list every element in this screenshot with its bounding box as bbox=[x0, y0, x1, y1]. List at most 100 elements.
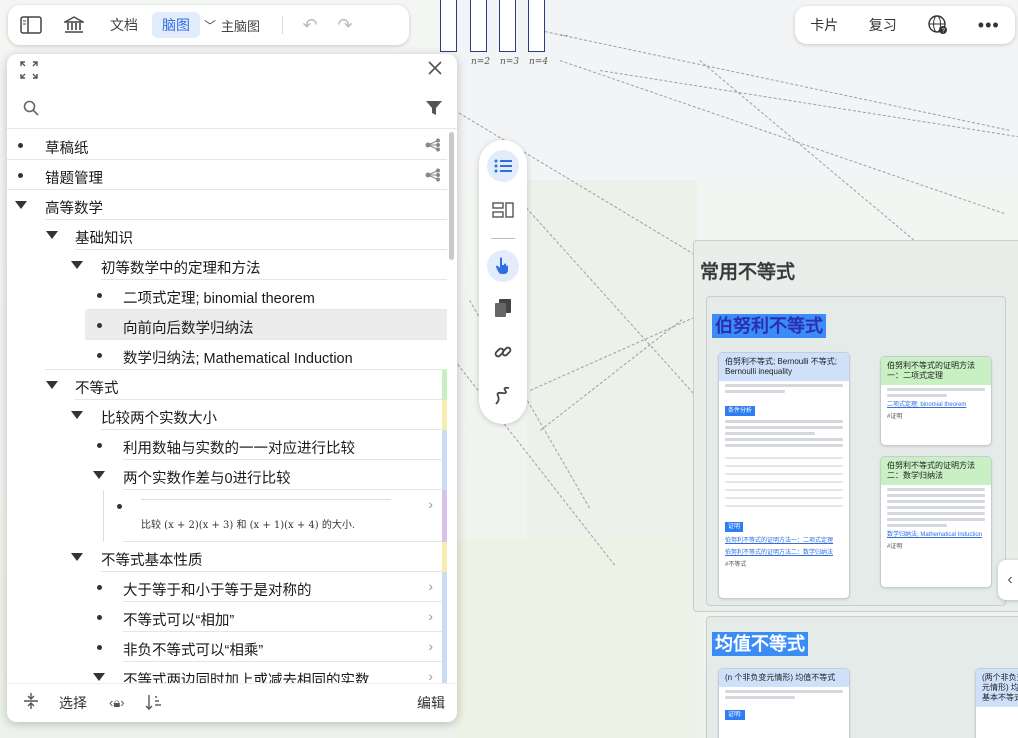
list-item[interactable]: 不等式可以“相加” › bbox=[7, 602, 447, 632]
chevron-right-icon: › bbox=[428, 638, 433, 654]
row-label: 非负不等式可以“相乘” bbox=[123, 643, 264, 659]
row-label: 草稿纸 bbox=[45, 141, 89, 157]
mindmap-link-icon[interactable] bbox=[425, 168, 441, 186]
list-item-math[interactable]: 比较 (x + 2)(x + 3) 和 (x + 1)(x + 4) 的大小. … bbox=[7, 490, 447, 542]
link-button[interactable] bbox=[487, 336, 519, 368]
card-proof-induction[interactable]: 伯努利不等式的证明方法二：数学归纳法 数学归纳法; Mathematical I… bbox=[880, 456, 992, 588]
select-button[interactable]: 选择 bbox=[59, 693, 87, 713]
lock-icon: 🔒︎ bbox=[113, 695, 121, 710]
outline-panel: 草稿纸 错题管理 高等数学 基础知识 初等数学中的定理和方法 二项式定理; bi… bbox=[7, 54, 457, 722]
list-item[interactable]: 草稿纸 bbox=[7, 130, 447, 160]
row-label: 二项式定理; binomial theorem bbox=[123, 291, 315, 307]
diagram-box bbox=[470, 0, 487, 52]
list-item[interactable]: 比较两个实数大小 bbox=[7, 400, 447, 430]
row-label: 两个实数作差与0进行比较 bbox=[123, 471, 291, 487]
divider bbox=[491, 238, 515, 239]
review-button[interactable]: 复习 bbox=[869, 15, 897, 35]
pointer-mode-button[interactable] bbox=[487, 250, 519, 282]
row-label: 大于等于和小于等于是对称的 bbox=[123, 583, 312, 599]
lock-move-button[interactable]: ‹🔒︎› bbox=[109, 695, 125, 711]
card-tag: #不等式 bbox=[725, 562, 747, 568]
cards-button[interactable]: 卡片 bbox=[810, 15, 838, 35]
collapse-arrow-icon[interactable] bbox=[93, 673, 105, 681]
row-label: 比较两个实数大小 bbox=[101, 411, 217, 427]
search-bar[interactable] bbox=[7, 94, 457, 129]
redo-button[interactable]: ↷ bbox=[325, 5, 365, 45]
card-mean-two[interactable]: (两个非负变元情形) 均值基本不等式 bbox=[975, 668, 1018, 738]
card-title: 伯努利不等式; Bernoulli 不等式; Bernoulli inequal… bbox=[719, 353, 849, 381]
sort-button[interactable] bbox=[145, 693, 163, 714]
row-label: 不等式基本性质 bbox=[101, 553, 203, 569]
edit-button[interactable]: 编辑 bbox=[417, 693, 445, 713]
library-icon bbox=[64, 16, 84, 33]
close-button[interactable] bbox=[427, 60, 447, 80]
list-item[interactable]: 不等式 bbox=[7, 370, 447, 400]
search-icon bbox=[23, 100, 39, 116]
row-label: 利用数轴与实数的一一对应进行比较 bbox=[123, 441, 355, 457]
collapse-arrow-icon[interactable] bbox=[71, 411, 83, 419]
globe-icon: ? bbox=[928, 14, 948, 34]
list-item[interactable]: 错题管理 bbox=[7, 160, 447, 190]
expand-collapse-button[interactable] bbox=[23, 692, 39, 715]
tab-document[interactable]: 文档 bbox=[100, 12, 148, 38]
list-item[interactable]: 高等数学 bbox=[7, 190, 447, 220]
card-link[interactable]: 伯努利不等式的证明方法二：数学归纳法 bbox=[725, 549, 843, 557]
mean-title: 均值不等式 bbox=[712, 630, 808, 656]
diagram-label: n=4 bbox=[529, 57, 549, 67]
list-item[interactable]: 利用数轴与实数的一一对应进行比较 bbox=[7, 430, 447, 460]
card-mean-n[interactable]: (n 个非负变元情形) 均值不等式 证明: bbox=[718, 668, 850, 738]
list-item[interactable]: 初等数学中的定理和方法 bbox=[7, 250, 447, 280]
list-item[interactable]: 不等式基本性质 bbox=[7, 542, 447, 572]
group-title: 常用不等式 bbox=[700, 262, 796, 283]
copy-button[interactable] bbox=[487, 292, 519, 324]
diagram-box bbox=[528, 0, 545, 52]
main-map-label: 主脑图 bbox=[221, 18, 261, 34]
collapse-panel-button[interactable]: ‹ bbox=[998, 560, 1018, 600]
list-item-selected[interactable]: 向前向后数学归纳法 bbox=[85, 310, 447, 340]
more-icon[interactable]: ••• bbox=[978, 15, 1000, 36]
sidebar-toggle-button[interactable] bbox=[8, 5, 54, 45]
collapse-arrow-icon[interactable] bbox=[15, 201, 27, 209]
list-item[interactable]: 大于等于和小于等于是对称的 › bbox=[7, 572, 447, 602]
outline-view-button[interactable] bbox=[487, 150, 519, 182]
collapse-arrow-icon[interactable] bbox=[93, 471, 105, 479]
mindmap-link-icon[interactable] bbox=[425, 138, 441, 156]
chevron-right-icon: › bbox=[428, 608, 433, 624]
draw-button[interactable] bbox=[487, 380, 519, 412]
list-item[interactable]: 二项式定理; binomial theorem bbox=[7, 280, 447, 310]
right-toolbar: 卡片 复习 ? ••• bbox=[795, 6, 1015, 44]
math-row-label: 比较 (x + 2)(x + 3) 和 (x + 1)(x + 4) 的大小. bbox=[141, 520, 356, 531]
collapse-arrow-icon[interactable] bbox=[71, 553, 83, 561]
card-bernoulli[interactable]: 伯努利不等式; Bernoulli 不等式; Bernoulli inequal… bbox=[718, 352, 850, 599]
list-icon bbox=[494, 159, 512, 173]
card-proof-binomial[interactable]: 伯努利不等式的证明方法一：二项式定理 二项式定理; binomial theor… bbox=[880, 356, 992, 446]
redo-icon: ↷ bbox=[337, 14, 353, 35]
card-link[interactable]: 伯努利不等式的证明方法一：二项式定理 bbox=[725, 537, 843, 545]
list-item[interactable]: 非负不等式可以“相乘” › bbox=[7, 632, 447, 662]
card-title: 伯努利不等式的证明方法二：数学归纳法 bbox=[881, 457, 991, 485]
row-label: 不等式 bbox=[75, 381, 119, 397]
card-tag: #证明 bbox=[887, 544, 903, 550]
main-map-dropdown[interactable]: ﹀ 主脑图 bbox=[200, 12, 270, 38]
link-icon bbox=[494, 346, 512, 358]
chevron-right-icon: › bbox=[428, 496, 433, 512]
collapse-arrow-icon[interactable] bbox=[46, 381, 58, 389]
tab-mindmap[interactable]: 脑图 bbox=[152, 12, 200, 38]
scrollbar[interactable] bbox=[449, 132, 454, 260]
card-tag: #证明 bbox=[887, 414, 903, 420]
library-button[interactable] bbox=[54, 5, 94, 45]
expand-button[interactable] bbox=[19, 60, 41, 82]
card-link[interactable]: 数学归纳法; Mathematical Induction bbox=[887, 531, 985, 539]
list-item[interactable]: 两个实数作差与0进行比较 bbox=[7, 460, 447, 490]
layout-button[interactable] bbox=[487, 194, 519, 226]
collapse-arrow-icon[interactable] bbox=[71, 261, 83, 269]
web-search-button[interactable]: ? bbox=[927, 14, 948, 37]
collapse-arrow-icon[interactable] bbox=[46, 231, 58, 239]
list-item[interactable]: 数学归纳法; Mathematical Induction bbox=[7, 340, 447, 370]
sort-icon bbox=[145, 694, 161, 710]
undo-button[interactable]: ↶ bbox=[295, 5, 325, 45]
filter-icon[interactable] bbox=[425, 99, 443, 117]
list-item[interactable]: 基础知识 bbox=[7, 220, 447, 250]
card-link[interactable]: 二项式定理; binomial theorem bbox=[887, 401, 985, 409]
card-title: (两个非负变元情形) 均值基本不等式 bbox=[976, 669, 1018, 707]
